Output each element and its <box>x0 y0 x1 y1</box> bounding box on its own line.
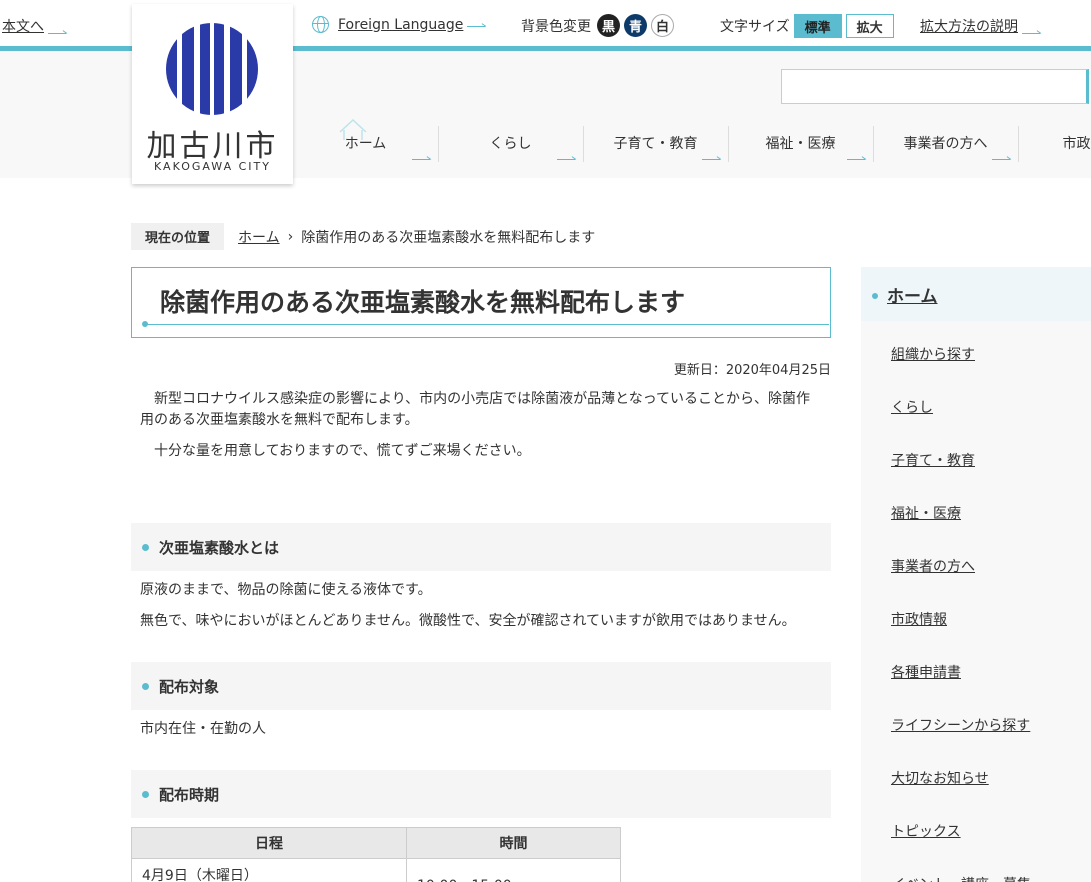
side-nav-item[interactable]: トピックス <box>891 821 961 841</box>
side-nav-item[interactable]: 福祉・医療 <box>891 503 961 523</box>
search-input[interactable] <box>781 69 1089 104</box>
page-title-box: 除菌作用のある次亜塩素酸水を無料配布します <box>131 267 831 338</box>
side-nav-item[interactable]: くらし <box>891 397 933 417</box>
side-nav-item[interactable]: ライフシーンから探す <box>891 715 1030 735</box>
foreign-language-link[interactable]: Foreign Language <box>312 16 487 33</box>
section-heading-period: 配布時期 <box>131 770 831 818</box>
breadcrumb: 現在の位置 ホーム › 除菌作用のある次亜塩素酸水を無料配布します <box>131 223 595 250</box>
about-paragraph-1: 原液のままで、物品の除菌に使える液体です。 <box>140 582 432 598</box>
side-nav-item[interactable]: 大切なお知らせ <box>891 768 989 788</box>
side-nav-home-link[interactable]: ホーム <box>861 267 1091 321</box>
section-heading-about: 次亜塩素酸水とは <box>131 523 831 571</box>
gnav-item-business[interactable]: 事業者の方へ <box>873 118 1018 168</box>
side-nav-item[interactable]: 各種申請書 <box>891 662 961 682</box>
gnav-item-fukushi[interactable]: 福祉・医療 <box>728 118 873 168</box>
arrow-icon <box>48 28 68 36</box>
bgcolor-blue-button[interactable]: 青 <box>624 14 647 37</box>
logo-text-jp: 加古川市 <box>146 129 279 164</box>
global-nav: ホーム くらし 子育て・教育 福祉・医療 事業者の方へ 市政情報 <box>293 118 1091 168</box>
bgcolor-label: 背景色変更 <box>521 18 591 35</box>
gnav-item-kosodate[interactable]: 子育て・教育 <box>583 118 728 168</box>
fontsize-large-button[interactable]: 拡大 <box>845 14 894 38</box>
fontsize-standard-button[interactable]: 標準 <box>793 14 842 38</box>
side-nav: ホーム 組織から探す くらし 子育て・教育 福祉・医療 事業者の方へ 市政情報 … <box>861 267 1091 882</box>
page-title: 除菌作用のある次亜塩素酸水を無料配布します <box>160 288 686 317</box>
bgcolor-white-button[interactable]: 白 <box>651 14 674 37</box>
arrow-icon <box>1022 28 1042 36</box>
breadcrumb-current: 除菌作用のある次亜塩素酸水を無料配布します <box>301 229 596 246</box>
arrow-icon <box>467 21 487 29</box>
globe-icon <box>312 16 329 33</box>
breadcrumb-label: 現在の位置 <box>131 223 225 250</box>
updated-date: 更新日：2020年04月25日 <box>673 363 831 378</box>
table-header-time: 時間 <box>406 827 621 859</box>
chevron-right-icon: › <box>287 228 294 245</box>
arrow-icon <box>412 154 432 162</box>
background-color-switcher: 背景色変更 黒 青 白 <box>521 14 674 37</box>
city-emblem-icon <box>166 23 258 115</box>
bgcolor-black-button[interactable]: 黒 <box>597 14 620 37</box>
side-nav-item[interactable]: イベント・講座・募集 <box>891 874 1031 882</box>
font-size-switcher: 文字サイズ 標準 拡大 <box>720 14 894 38</box>
table-cell-date: 4月9日（木曜日） <box>131 858 407 882</box>
title-dot <box>142 321 148 327</box>
table-cell-time: 10:00～15:00 <box>406 858 621 882</box>
gnav-item-home[interactable]: ホーム <box>293 118 438 168</box>
arrow-icon <box>992 154 1012 162</box>
section-heading-target: 配布対象 <box>131 662 831 710</box>
skip-to-content-link[interactable]: 本文へ <box>2 16 68 36</box>
intro-paragraph-2: 十分な量を用意しておりますので、慌てずご来場ください。 <box>140 443 531 459</box>
about-paragraph-2: 無色で、味やにおいがほとんどありません。微酸性で、安全が確認されていますが飲用で… <box>140 613 796 629</box>
zoom-howto-link[interactable]: 拡大方法の説明 <box>920 16 1042 36</box>
gnav-item-shisei[interactable]: 市政情報 <box>1018 118 1091 168</box>
schedule-table: 日程 時間 4月9日（木曜日） 10:00～15:00 <box>131 827 621 882</box>
side-nav-item[interactable]: 組織から探す <box>891 344 975 364</box>
logo-text-en: KAKOGAWA CITY <box>154 160 271 173</box>
target-paragraph: 市内在住・在勤の人 <box>140 721 266 737</box>
breadcrumb-home-link[interactable]: ホーム <box>238 227 280 247</box>
side-nav-item[interactable]: 事業者の方へ <box>891 556 975 576</box>
gnav-item-kurashi[interactable]: くらし <box>438 118 583 168</box>
site-logo[interactable]: 加古川市 KAKOGAWA CITY <box>132 4 293 184</box>
title-underline <box>144 324 829 325</box>
side-nav-item[interactable]: 子育て・教育 <box>891 450 975 470</box>
intro-paragraph-1: 新型コロナウイルス感染症の影響により、市内の小売店では除菌液が品薄となっているこ… <box>140 391 811 428</box>
table-row: 4月9日（木曜日） 10:00～15:00 <box>131 858 621 882</box>
arrow-icon <box>702 154 722 162</box>
side-nav-item[interactable]: 市政情報 <box>891 609 947 629</box>
arrow-icon <box>847 154 867 162</box>
foreign-language-label: Foreign Language <box>338 16 464 33</box>
table-header-date: 日程 <box>131 827 407 859</box>
fontsize-label: 文字サイズ <box>720 19 790 35</box>
arrow-icon <box>557 154 577 162</box>
